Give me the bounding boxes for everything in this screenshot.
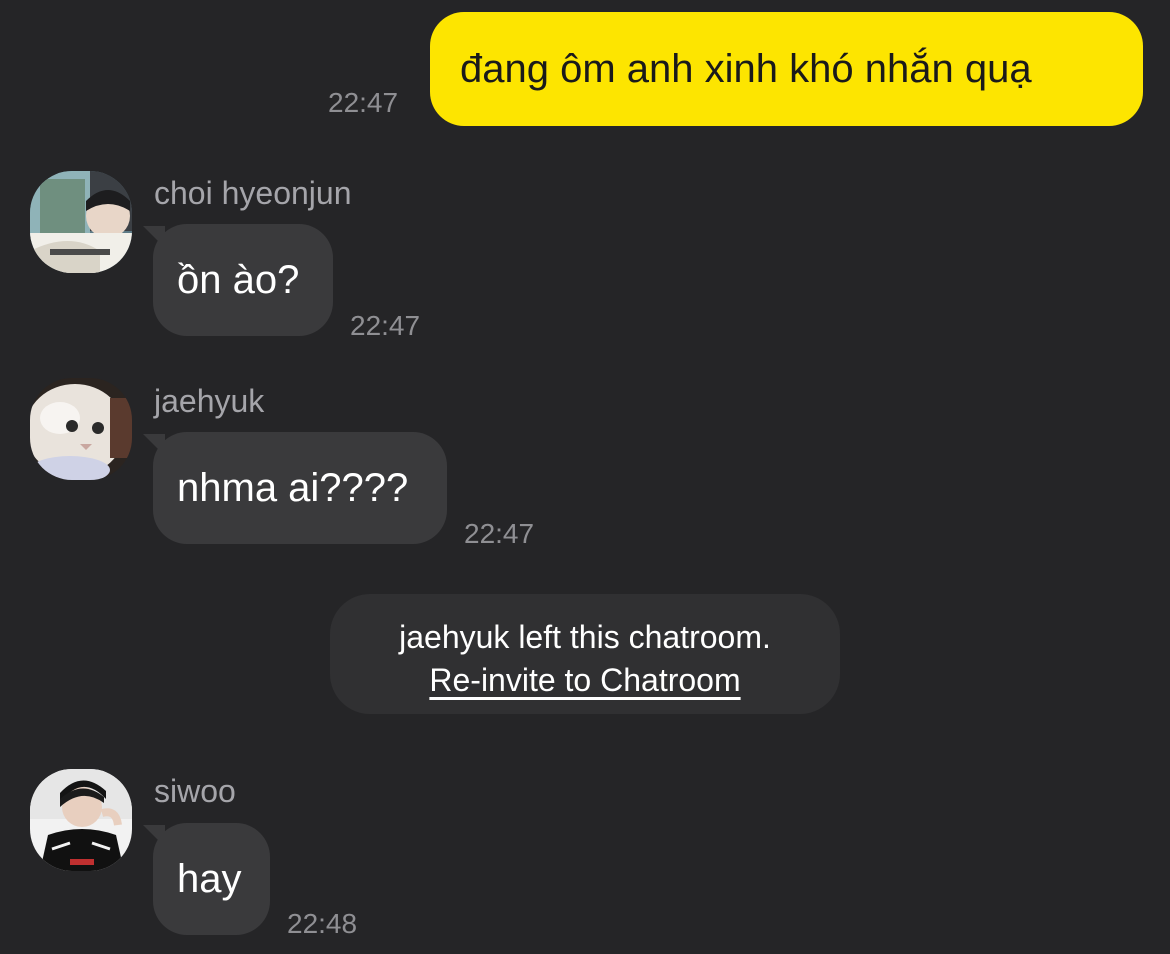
incoming-message-bubble[interactable]: ồn ào? [143, 224, 333, 336]
system-notice: jaehyuk left this chatroom. Re-invite to… [330, 594, 840, 714]
incoming-message-bubble[interactable]: nhma ai???? [143, 432, 447, 544]
sender-name: jaehyuk [154, 383, 265, 419]
system-notice-text: jaehyuk left this chatroom. [399, 619, 771, 655]
sender-name: siwoo [154, 773, 236, 809]
avatar[interactable] [30, 378, 132, 480]
message-time: 22:47 [464, 518, 535, 549]
avatar[interactable] [30, 769, 132, 871]
incoming-message-bubble[interactable]: hay [143, 823, 270, 935]
message-time: 22:47 [328, 87, 399, 118]
outgoing-message-bubble[interactable]: đang ôm anh xinh khó nhắn quạ [430, 12, 1143, 126]
reinvite-link[interactable]: Re-invite to Chatroom [429, 662, 740, 698]
avatar[interactable] [30, 171, 132, 273]
message-time: 22:48 [287, 908, 358, 939]
message-time: 22:47 [350, 310, 421, 341]
sender-name: choi hyeonjun [154, 175, 352, 211]
